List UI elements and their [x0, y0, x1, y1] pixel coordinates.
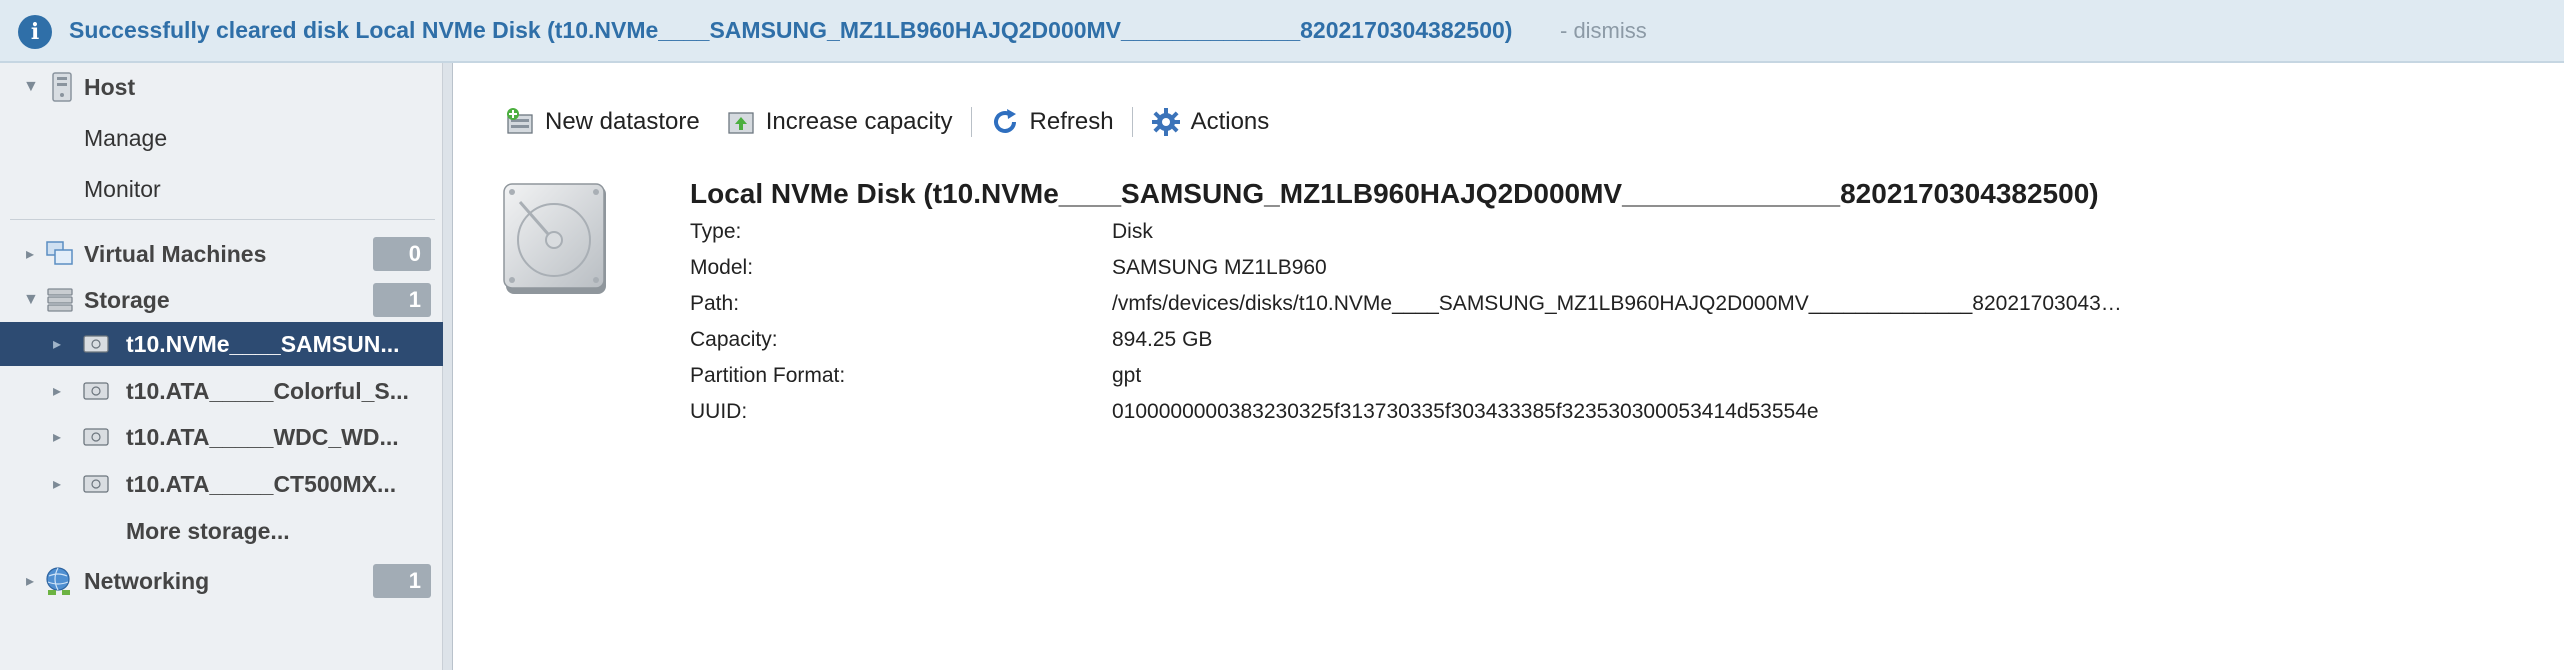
pane-splitter[interactable]	[443, 63, 453, 670]
nav-manage-label: Manage	[84, 124, 168, 151]
storage-item-label: t10.ATA_____CT500MX...	[126, 470, 397, 497]
refresh-icon	[990, 107, 1020, 137]
collapse-arrow-icon[interactable]: ▸	[50, 334, 64, 354]
disk-icon	[80, 468, 112, 500]
storage-item-wdc[interactable]: ▸ t10.ATA_____WDC_WD...	[0, 415, 443, 459]
more-storage-link[interactable]: More storage...	[0, 509, 443, 553]
increase-capacity-button[interactable]: Increase capacity	[726, 107, 953, 137]
sidebar-divider	[10, 219, 435, 220]
nav-virtual-machines-label: Virtual Machines	[84, 240, 267, 267]
collapse-arrow-icon[interactable]: ▸	[50, 474, 64, 494]
expand-arrow-icon[interactable]: ▼	[23, 78, 39, 96]
detail-key: Model:	[690, 256, 754, 279]
disk-icon	[80, 421, 112, 453]
storage-item-label: t10.ATA_____WDC_WD...	[126, 423, 399, 450]
actions-label: Actions	[1190, 108, 1270, 135]
collapse-arrow-icon[interactable]: ▸	[50, 427, 64, 447]
detail-key: Capacity:	[690, 328, 778, 351]
increase-capacity-label: Increase capacity	[765, 108, 953, 135]
nav-manage[interactable]: Manage	[0, 116, 443, 160]
navigator-sidebar: ▼ Host Manage Monitor ▸ Virtual Machines…	[0, 63, 443, 670]
nav-virtual-machines[interactable]: ▸ Virtual Machines 0	[0, 232, 443, 276]
detail-value: 0100000000383230325f313730335f303433385f…	[1112, 400, 1819, 423]
refresh-label: Refresh	[1029, 108, 1114, 135]
disk-icon	[80, 375, 112, 407]
host-icon	[46, 71, 78, 103]
info-icon: i	[18, 15, 52, 49]
storage-count-badge: 1	[373, 283, 431, 317]
storage-icon	[44, 284, 76, 316]
toolbar-separator	[970, 107, 972, 137]
detail-key: Partition Format:	[690, 364, 846, 387]
actions-button[interactable]: Actions	[1151, 107, 1270, 137]
nav-host-label: Host	[84, 73, 136, 100]
storage-item-label: t10.ATA_____Colorful_S...	[126, 377, 409, 404]
increase-capacity-icon	[726, 107, 756, 137]
storage-item-ct500[interactable]: ▸ t10.ATA_____CT500MX...	[0, 462, 443, 506]
detail-value: gpt	[1112, 364, 1142, 387]
nav-monitor[interactable]: Monitor	[0, 167, 443, 211]
detail-value: Disk	[1112, 220, 1153, 243]
vm-count-badge: 0	[373, 237, 431, 271]
expand-arrow-icon[interactable]: ▼	[23, 291, 39, 309]
nav-networking-label: Networking	[84, 567, 210, 594]
more-storage-label: More storage...	[126, 517, 290, 544]
new-datastore-button[interactable]: New datastore	[505, 107, 700, 137]
gear-icon	[1151, 107, 1181, 137]
detail-key: Type:	[690, 220, 742, 243]
dismiss-link[interactable]: - dismiss	[1560, 18, 1647, 44]
notification-banner: i Successfully cleared disk Local NVMe D…	[0, 0, 2564, 63]
refresh-button[interactable]: Refresh	[990, 107, 1114, 137]
nav-host[interactable]: ▼ Host	[0, 65, 443, 109]
detail-value: SAMSUNG MZ1LB960	[1112, 256, 1327, 279]
nav-networking[interactable]: ▸ Networking 1	[0, 559, 443, 603]
collapse-arrow-icon[interactable]: ▸	[23, 244, 37, 264]
detail-key: UUID:	[690, 400, 748, 423]
storage-toolbar: New datastore Increase capacity Refresh …	[505, 100, 1269, 144]
detail-key: Path:	[690, 292, 740, 315]
disk-icon	[80, 328, 112, 360]
collapse-arrow-icon[interactable]: ▸	[50, 381, 64, 401]
virtual-machines-icon	[44, 238, 76, 270]
storage-item-colorful[interactable]: ▸ t10.ATA_____Colorful_S...	[0, 369, 443, 413]
banner-message: Successfully cleared disk Local NVMe Dis…	[69, 17, 1513, 43]
networking-count-badge: 1	[373, 564, 431, 598]
toolbar-separator	[1131, 107, 1133, 137]
storage-item-label: t10.NVMe____SAMSUN...	[126, 330, 400, 357]
storage-item-nvme[interactable]: ▸ t10.NVMe____SAMSUN...	[0, 322, 443, 366]
detail-value: 894.25 GB	[1112, 328, 1213, 351]
nav-storage-label: Storage	[84, 286, 170, 313]
nav-monitor-label: Monitor	[84, 175, 161, 202]
collapse-arrow-icon[interactable]: ▸	[23, 571, 37, 591]
new-datastore-label: New datastore	[545, 108, 700, 135]
nav-storage[interactable]: ▼ Storage 1	[0, 278, 443, 322]
detail-value: /vmfs/devices/disks/t10.NVMe____SAMSUNG_…	[1112, 292, 2122, 315]
hard-disk-icon	[500, 182, 612, 298]
networking-icon	[44, 565, 76, 597]
disk-title: Local NVMe Disk (t10.NVMe____SAMSUNG_MZ1…	[690, 178, 2099, 209]
new-datastore-icon	[505, 107, 535, 137]
